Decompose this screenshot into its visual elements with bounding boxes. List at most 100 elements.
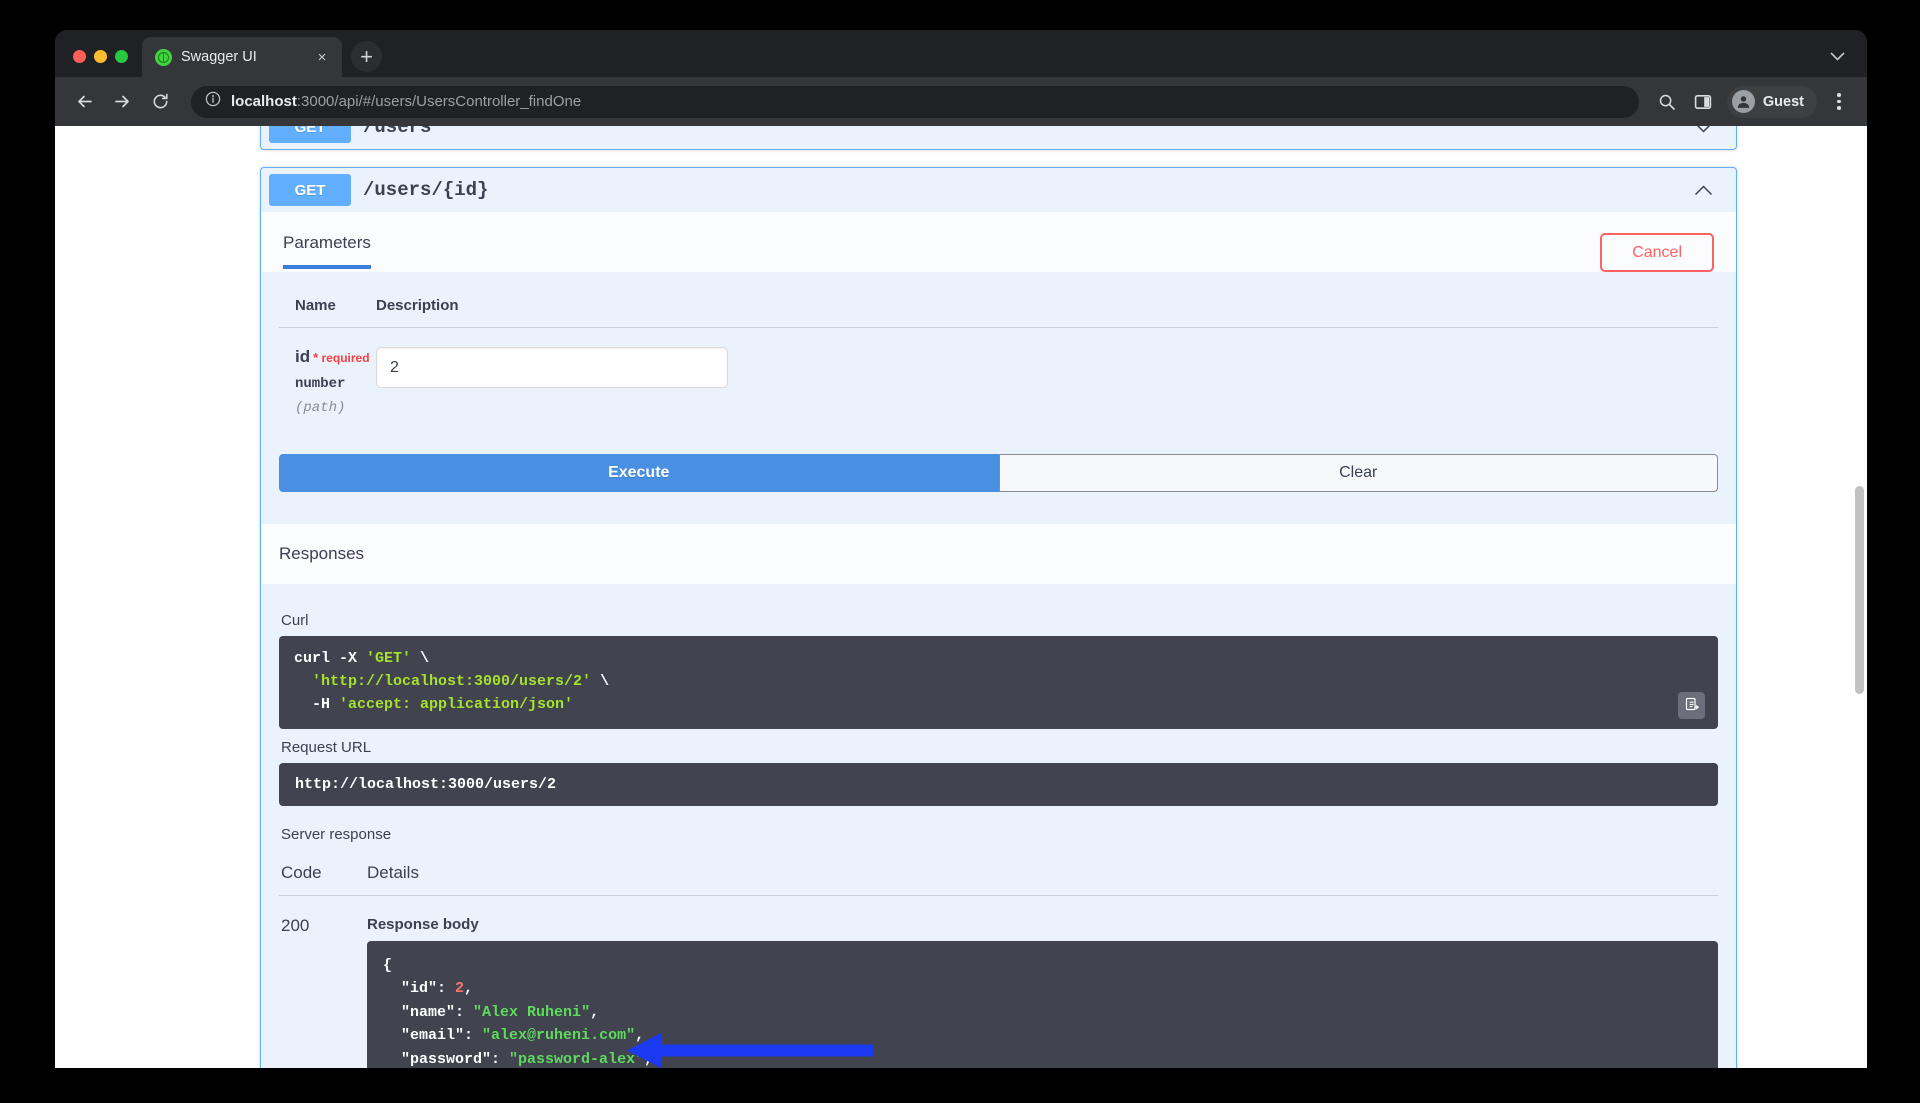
info-icon[interactable] (205, 91, 221, 112)
server-response-table: Code Details 200 Response body {"id": 2… (279, 852, 1718, 1068)
curl-text: \ (411, 650, 430, 668)
window-traffic-lights (55, 50, 142, 77)
parameter-id-input[interactable] (376, 347, 728, 389)
operation-path: /users/{id} (363, 179, 489, 201)
chevron-up-icon[interactable] (1692, 181, 1714, 199)
response-status-code: 200 (281, 915, 310, 935)
parameters-table-header-row: Name Description (279, 272, 1718, 329)
tab-strip: Swagger UI × + (55, 30, 1867, 77)
parameter-row-id: id * required number (path) (279, 328, 1718, 427)
curl-label: Curl (281, 612, 309, 630)
request-url-label: Request URL (281, 738, 372, 756)
column-header-details: Details (367, 852, 1718, 896)
address-bar-url: localhost:3000/api/#/users/UsersControll… (231, 93, 581, 110)
response-details-cell: Response body { "id": 2, "name": "Alex R… (367, 895, 1718, 1068)
curl-code-block: curl -X 'GET' \ 'http://localhost:3000/u… (279, 636, 1718, 729)
side-panel-icon[interactable] (1687, 86, 1719, 118)
curl-string: 'accept: application/json' (339, 695, 574, 713)
cancel-button[interactable]: Cancel (1600, 233, 1714, 273)
json-value-id: 2 (455, 980, 465, 998)
copy-to-clipboard-icon[interactable] (1678, 691, 1705, 719)
operation-path: /users (363, 126, 432, 138)
parameter-name-line: id * required (295, 347, 376, 367)
browser-tab-swagger-ui[interactable]: Swagger UI × (142, 37, 342, 77)
response-table-header-row: Code Details (279, 852, 1718, 896)
parameter-required-badge: * required (313, 350, 370, 366)
curl-text: \ (591, 672, 610, 690)
parameter-location: (path) (295, 400, 346, 417)
profile-name: Guest (1762, 93, 1804, 110)
page-viewport: GET /users GET /users/{id} Parameters Ca… (55, 126, 1867, 1068)
parameters-table: Name Description id * required number (p… (279, 272, 1718, 426)
address-bar[interactable]: localhost:3000/api/#/users/UsersControll… (191, 85, 1639, 118)
browser-toolbar: localhost:3000/api/#/users/UsersControll… (55, 77, 1867, 126)
response-body-block: { "id": 2, "name": "Alex Ruheni", "email… (367, 940, 1718, 1068)
opblock-get-users[interactable]: GET /users (260, 126, 1737, 150)
responses-title: Responses (261, 524, 1736, 585)
maximize-window-button[interactable] (115, 50, 128, 63)
back-icon[interactable] (67, 85, 101, 119)
swagger-ui-page: GET /users GET /users/{id} Parameters Ca… (55, 126, 1867, 1068)
execute-clear-row: Execute Clear (279, 426, 1718, 525)
json-value-name: "Alex Ruheni" (473, 1003, 591, 1021)
menu-dot (1837, 99, 1841, 104)
curl-line-1: curl -X 'GET' \ (294, 650, 429, 667)
response-row-200: 200 Response body { "id": 2, "name": "Al… (279, 895, 1718, 1068)
http-method-badge: GET (269, 174, 351, 206)
forward-icon[interactable] (105, 85, 139, 119)
parameter-name: id (295, 347, 311, 367)
page-scrollbar-thumb[interactable] (1855, 486, 1864, 694)
tab-parameters[interactable]: Parameters (283, 233, 371, 269)
address-bar-host: localhost (231, 93, 297, 110)
http-method-badge: GET (269, 126, 351, 143)
column-header-code: Code (279, 852, 367, 896)
three-dot-menu-icon[interactable] (1825, 93, 1853, 110)
browser-window: Swagger UI × + localhost:3000/api/#/user… (55, 30, 1867, 1068)
menu-dot (1837, 93, 1841, 97)
opblock-summary-get-users-id[interactable]: GET /users/{id} (261, 168, 1736, 212)
column-header-description: Description (376, 272, 1718, 329)
zoom-icon[interactable] (1651, 86, 1683, 118)
opblock-body: Parameters Cancel Name Description id * … (261, 212, 1736, 1068)
reload-icon[interactable] (143, 85, 177, 119)
column-header-name: Name (279, 272, 376, 329)
swagger-favicon-icon (155, 48, 172, 66)
response-body-label: Response body (367, 915, 479, 933)
profile-chip-guest[interactable]: Guest (1726, 85, 1817, 118)
execute-button[interactable]: Execute (279, 454, 999, 493)
server-response-label: Server response (281, 825, 392, 843)
response-body-json: { "id": 2, "name": "Alex Ruheni", "email… (383, 956, 654, 1068)
clear-button[interactable]: Clear (998, 454, 1718, 493)
new-tab-button[interactable]: + (351, 41, 382, 72)
guest-avatar-icon (1731, 90, 1755, 113)
curl-line-2: 'http://localhost:3000/users/2' \ (294, 673, 609, 690)
chevron-down-icon[interactable] (1830, 48, 1867, 77)
request-url-value: http://localhost:3000/users/2 (279, 762, 1718, 806)
opblock-get-users-id: GET /users/{id} Parameters Cancel Name D… (260, 167, 1737, 1068)
close-tab-icon[interactable]: × (312, 47, 332, 67)
curl-line-3: -H 'accept: application/json' (294, 696, 573, 713)
parameter-meta: id * required number (path) (279, 328, 376, 427)
chevron-down-icon[interactable] (1692, 126, 1714, 136)
tab-title: Swagger UI (181, 49, 257, 65)
opblock-summary-get-users[interactable]: GET /users (261, 126, 1736, 149)
swagger-operations-list: GET /users GET /users/{id} Parameters Ca… (260, 126, 1737, 1068)
close-window-button[interactable] (73, 50, 86, 63)
curl-string: 'http://localhost:3000/users/2' (312, 672, 592, 690)
menu-dot (1837, 106, 1841, 110)
responses-body: Curl curl -X 'GET' \ 'http://localhost:3… (261, 584, 1736, 1068)
parameters-section: Name Description id * required number (p… (261, 272, 1736, 525)
json-value-password: "password-alex" (509, 1050, 645, 1068)
address-bar-path: :3000/api/#/users/UsersController_findOn… (296, 93, 582, 110)
curl-text (294, 673, 312, 690)
curl-text: -H (294, 695, 340, 713)
parameter-type: number (295, 376, 346, 393)
parameter-input-cell (376, 328, 1718, 427)
minimize-window-button[interactable] (94, 50, 107, 63)
required-star: * (313, 350, 319, 366)
required-text: required (321, 351, 370, 366)
curl-text: curl -X (294, 650, 367, 668)
json-value-email: "alex@ruheni.com" (482, 1027, 636, 1045)
curl-string: 'GET' (366, 650, 412, 668)
page-scrollbar[interactable] (1852, 126, 1867, 1068)
